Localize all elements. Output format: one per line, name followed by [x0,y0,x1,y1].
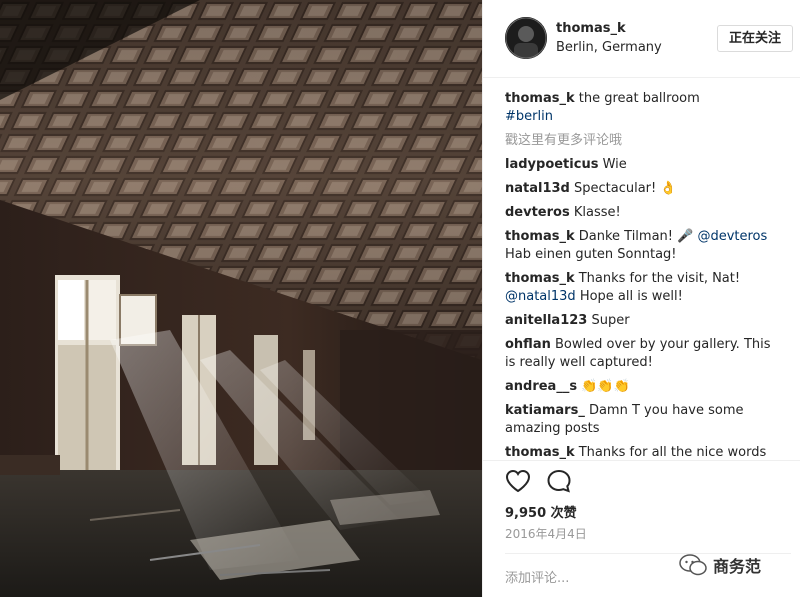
post-username[interactable]: thomas_k [556,21,626,36]
comments-list: thomas_k the great ballroom #berlin 戳这里有… [505,90,785,460]
comment-mention[interactable]: @natal13d [505,289,576,304]
comment-username[interactable]: andrea__s [505,379,577,394]
post-date: 2016年4月4日 [505,527,587,541]
comment-username[interactable]: thomas_k [505,271,575,286]
heart-icon[interactable] [505,469,531,493]
comment-item: thomas_k Thanks for all the nice words 🙏 [505,444,785,460]
comment-item: katiamars_ Damn T you have some amazing … [505,402,785,438]
comment-text: Klasse! [569,205,621,220]
comment-text: 👏👏👏 [577,379,630,394]
comment-text: Thanks for the visit, Nat! [574,271,741,286]
following-button[interactable]: 正在关注 [717,25,793,52]
wechat-icon [679,554,707,576]
comment-item: ohflan Bowled over by your gallery. This… [505,336,785,372]
avatar[interactable] [505,17,547,59]
comment-bubble-icon[interactable] [546,469,572,493]
comment-username[interactable]: natal13d [505,181,570,196]
caption-username[interactable]: thomas_k [505,91,575,106]
comment-text: Wie [598,157,627,172]
comment-username[interactable]: thomas_k [505,445,575,460]
watermark: 商务范 [679,553,761,577]
post-photo[interactable] [0,0,482,597]
post-location[interactable]: Berlin, Germany [556,40,662,55]
comment-text: Danke Tilman! 🎤 [574,229,698,244]
comment-text-after: Hope all is well! [575,289,683,304]
watermark-text: 商务范 [713,557,762,576]
comment-username[interactable]: anitella123 [505,313,587,328]
comment-text-after: Hab einen guten Sonntag! [505,247,677,262]
add-comment-input[interactable]: 添加评论... [505,567,569,586]
comment-text: Spectacular! 👌 [569,181,677,196]
comment-username[interactable]: ohflan [505,337,551,352]
post-panel: thomas_k Berlin, Germany 正在关注 thomas_k t… [482,0,800,597]
load-more-comments[interactable]: 戳这里有更多评论哦 [505,132,785,150]
comment-username[interactable]: katiamars_ [505,403,585,418]
comment-item: devteros Klasse! [505,204,785,222]
caption-text: the great ballroom [574,91,700,106]
likes-count[interactable]: 9,950 次赞 [505,502,577,521]
comment-text: Super [587,313,630,328]
post-actions: 9,950 次赞 2016年4月4日 添加评论... 商务范 [483,460,800,597]
comment-item: andrea__s 👏👏👏 [505,378,785,396]
comment-item: natal13d Spectacular! 👌 [505,180,785,198]
comment-username[interactable]: devteros [505,205,570,220]
comment-username[interactable]: ladypoeticus [505,157,598,172]
post-header: thomas_k Berlin, Germany 正在关注 [483,0,800,78]
comment-mention[interactable]: @devteros [697,229,767,244]
caption-hashtag[interactable]: #berlin [505,109,553,124]
comment-item: ladypoeticus Wie [505,156,785,174]
caption: thomas_k the great ballroom #berlin [505,90,785,126]
comment-item: thomas_k Thanks for the visit, Nat! @nat… [505,270,785,306]
comment-username[interactable]: thomas_k [505,229,575,244]
comment-item: anitella123 Super [505,312,785,330]
comment-item: thomas_k Danke Tilman! 🎤 @devteros Hab e… [505,228,785,264]
